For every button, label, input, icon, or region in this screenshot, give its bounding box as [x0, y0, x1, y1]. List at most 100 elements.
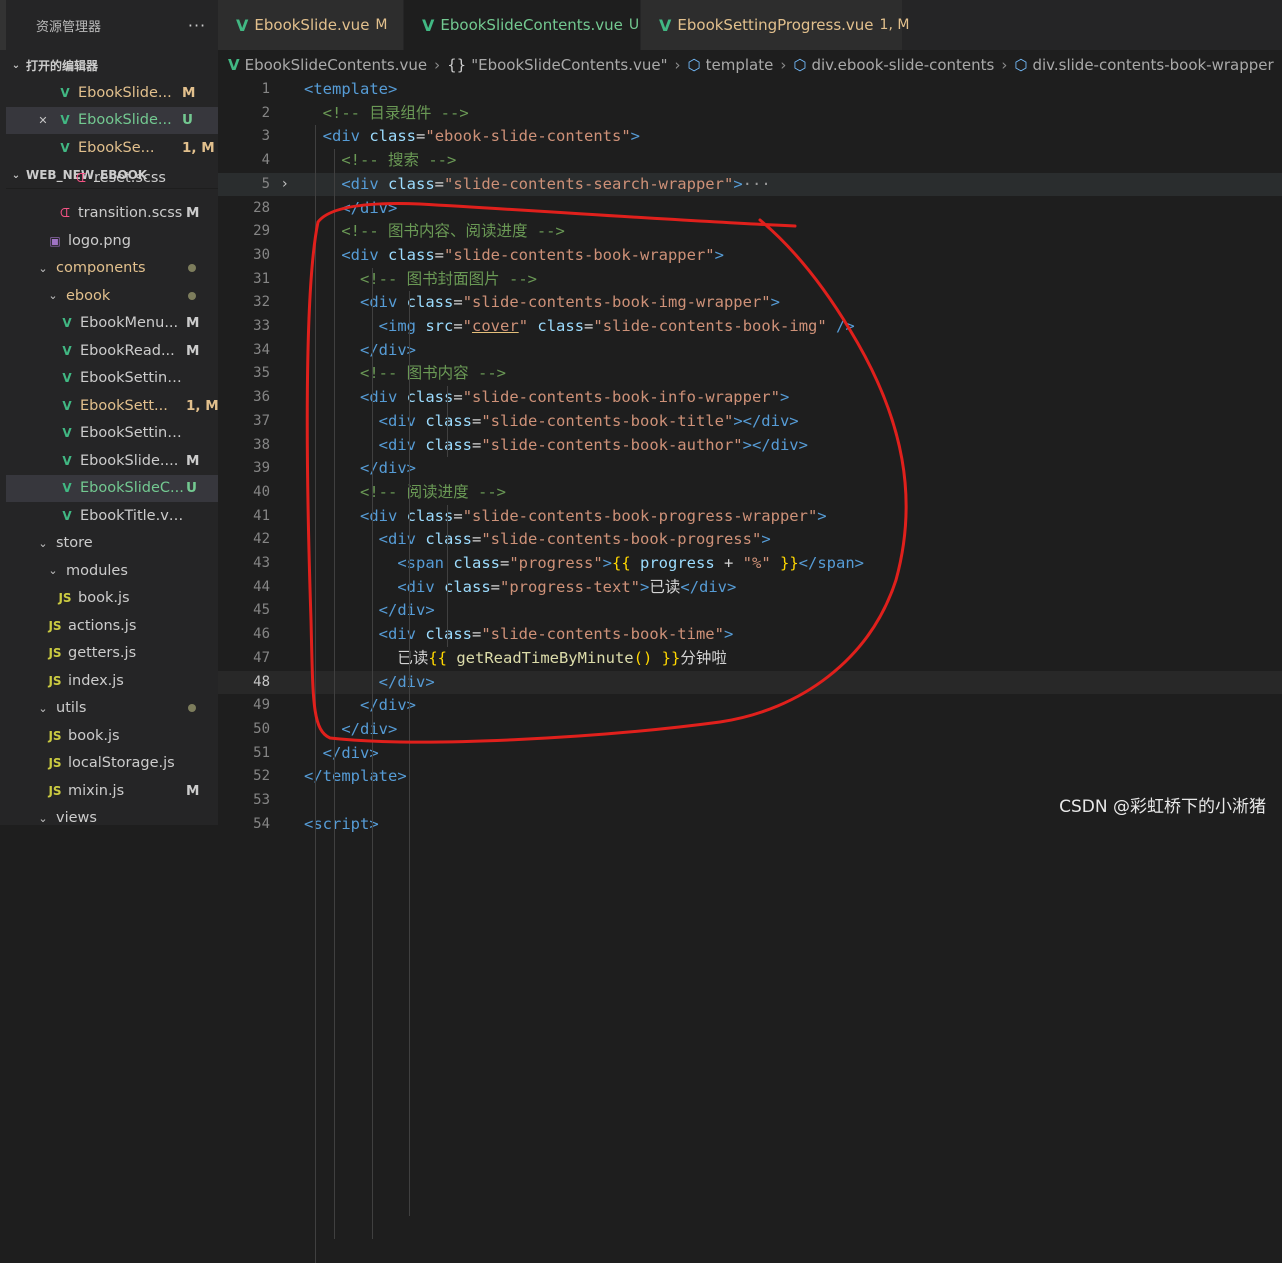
- code-token: {{: [612, 554, 641, 572]
- file-tree-item[interactable]: ▣ logo.png: [6, 227, 218, 254]
- file-tree-item[interactable]: JS getters.js: [6, 640, 218, 667]
- vue-file-icon: V: [422, 15, 435, 35]
- file-tree-item[interactable]: JS index.js: [6, 667, 218, 694]
- code-line[interactable]: 30 <div class="slide-contents-book-wrapp…: [218, 244, 1282, 268]
- close-icon[interactable]: ✕: [36, 114, 50, 127]
- line-number: 46: [253, 626, 270, 643]
- file-tree-item[interactable]: V EbookSettingFont...: [6, 365, 218, 392]
- line-number: 41: [253, 507, 270, 524]
- line-number: 2: [261, 104, 270, 121]
- file-tree-item[interactable]: ⌄ store: [6, 530, 218, 557]
- file-tree-item[interactable]: ⌄ utils: [6, 695, 218, 722]
- file-tree-label: views: [56, 810, 97, 825]
- file-tree-label: book.js: [68, 727, 120, 744]
- code-token: class: [388, 245, 435, 264]
- file-tree-item[interactable]: ⌄ views: [6, 805, 218, 825]
- code-line[interactable]: 39 </div>: [218, 457, 1282, 481]
- breadcrumb-div1[interactable]: div.ebook-slide-contents: [811, 56, 994, 74]
- code-line[interactable]: 2 <!-- 目录组件 -->: [218, 102, 1282, 126]
- code-token: =: [584, 317, 594, 335]
- code-line[interactable]: 46 <div class="slide-contents-book-time"…: [218, 623, 1282, 647]
- file-tree-item[interactable]: JS actions.js: [6, 612, 218, 639]
- js-file-icon: JS: [48, 673, 62, 688]
- open-editor-item[interactable]: ✕ V EbookSlide... U: [6, 106, 218, 134]
- code-line[interactable]: 43 <span class="progress">{{ progress + …: [218, 552, 1282, 576]
- fold-chevron-icon[interactable]: ›: [282, 173, 288, 197]
- code-line[interactable]: 47 已读{{ getReadTimeByMinute() }}分钟啦: [218, 647, 1282, 671]
- code-line[interactable]: 51 </div>: [218, 742, 1282, 766]
- file-tree-item[interactable]: ᗭ transition.scss M: [6, 200, 218, 227]
- file-tree-item[interactable]: ᗭ reset.scss: [6, 172, 218, 186]
- open-editor-item[interactable]: V EbookSlide... M: [6, 79, 218, 106]
- git-status-badge: U: [182, 112, 193, 128]
- code-token: 已读: [649, 577, 681, 596]
- breadcrumb-div2[interactable]: div.slide-contents-book-wrapper: [1032, 56, 1273, 74]
- open-editor-label: EbookSe...: [78, 139, 155, 156]
- vue-file-icon: V: [62, 453, 72, 468]
- vue-file-icon: V: [62, 371, 72, 385]
- code-line[interactable]: 52 </template>: [218, 765, 1282, 789]
- code-token: >: [770, 293, 780, 312]
- code-line[interactable]: 31 <!-- 图书封面图片 -->: [218, 268, 1282, 292]
- code-token: <!-- 目录组件 -->: [322, 103, 469, 122]
- code-line[interactable]: 33 <img src="cover" class="slide-content…: [218, 315, 1282, 339]
- code-line[interactable]: 49 </div>: [218, 694, 1282, 718]
- code-line[interactable]: 45 </div>: [218, 599, 1282, 623]
- breadcrumb-file[interactable]: EbookSlideContents.vue: [245, 56, 428, 74]
- file-tree-item[interactable]: V EbookMenu... M: [6, 310, 218, 337]
- code-token: class: [444, 577, 491, 596]
- code-line[interactable]: 42 <div class="slide-contents-book-progr…: [218, 528, 1282, 552]
- file-tree-label: EbookSlideC...: [80, 480, 184, 496]
- code-line[interactable]: 44 <div class="progress-text">已读</div>: [218, 576, 1282, 600]
- editor-tab[interactable]: V EbookSettingProgress.vue 1, M: [641, 0, 909, 50]
- file-tree-item[interactable]: V EbookRead... M: [6, 337, 218, 364]
- file-tree-item[interactable]: ⌄ components: [6, 255, 218, 282]
- file-tree-item[interactable]: V EbookSettingThe...: [6, 420, 218, 447]
- code-line[interactable]: 1 <template>: [218, 78, 1282, 102]
- file-tree-item[interactable]: V EbookTitle.vue: [6, 502, 218, 529]
- file-tree-item[interactable]: JS book.js: [6, 722, 218, 749]
- file-tree-item[interactable]: ⌄ ebook: [6, 282, 218, 309]
- chevron-down-icon: ⌄: [38, 261, 48, 275]
- editor-tab[interactable]: V EbookSlide.vue M: [218, 0, 404, 50]
- modified-dot-icon: [188, 264, 196, 272]
- code-line[interactable]: 4 <!-- 搜索 -->: [218, 149, 1282, 173]
- open-editor-item[interactable]: V EbookSe... 1, M: [6, 134, 218, 161]
- code-line[interactable]: 38 <div class="slide-contents-book-autho…: [218, 434, 1282, 458]
- file-tree-item[interactable]: V EbookSlideC... U: [6, 474, 218, 502]
- code-token: =: [490, 577, 501, 596]
- code-token: =: [472, 435, 482, 454]
- file-tree-item[interactable]: V EbookSett... 1, M: [6, 392, 218, 419]
- file-tree-label: localStorage.js: [68, 755, 175, 771]
- code-text: </div>: [304, 339, 416, 363]
- code-line[interactable]: 48 </div>: [218, 670, 1282, 695]
- more-actions-icon[interactable]: ···: [182, 16, 212, 35]
- breadcrumb-template[interactable]: template: [706, 56, 774, 74]
- code-token: "progress-text": [500, 577, 640, 596]
- breadcrumb-block[interactable]: "EbookSlideContents.vue": [471, 56, 667, 74]
- code-line[interactable]: 50 </div>: [218, 718, 1282, 742]
- code-line[interactable]: 3 <div class="ebook-slide-contents">: [218, 125, 1282, 149]
- code-line[interactable]: 40 <!-- 阅读进度 -->: [218, 481, 1282, 505]
- code-line[interactable]: 34 </div>: [218, 339, 1282, 363]
- file-tree-item[interactable]: V EbookSlide.... M: [6, 447, 218, 474]
- file-tree-item[interactable]: JS localStorage.js: [6, 750, 218, 777]
- code-token: "slide-contents-book-title": [481, 411, 734, 430]
- editor-tab[interactable]: VEbookSlideContents.vueU✕: [404, 0, 665, 50]
- code-editor[interactable]: 1 <template> 2 <!-- 目录组件 --> 3 <div class="…: [218, 78, 1282, 1263]
- code-line[interactable]: 5 › <div class="slide-contents-search-wra…: [218, 172, 1282, 197]
- code-line[interactable]: 41 <div class="slide-contents-book-progr…: [218, 505, 1282, 529]
- code-line[interactable]: 37 <div class="slide-contents-book-title…: [218, 410, 1282, 434]
- code-line[interactable]: 35 <!-- 图书内容 -->: [218, 362, 1282, 386]
- file-tree-item[interactable]: ⌄ modules: [6, 557, 218, 584]
- file-tree-item[interactable]: JS mixin.js M: [6, 777, 218, 804]
- code-line[interactable]: 29 <!-- 图书内容、阅读进度 -->: [218, 220, 1282, 244]
- code-line[interactable]: 28 </div>: [218, 197, 1282, 221]
- file-tree-item[interactable]: JS book.js: [6, 585, 218, 612]
- code-token: <div: [341, 245, 388, 264]
- open-editors-section[interactable]: ⌄ 打开的编辑器: [6, 52, 218, 78]
- code-line[interactable]: 32 <div class="slide-contents-book-img-w…: [218, 291, 1282, 315]
- code-line[interactable]: 36 <div class="slide-contents-book-info-…: [218, 386, 1282, 410]
